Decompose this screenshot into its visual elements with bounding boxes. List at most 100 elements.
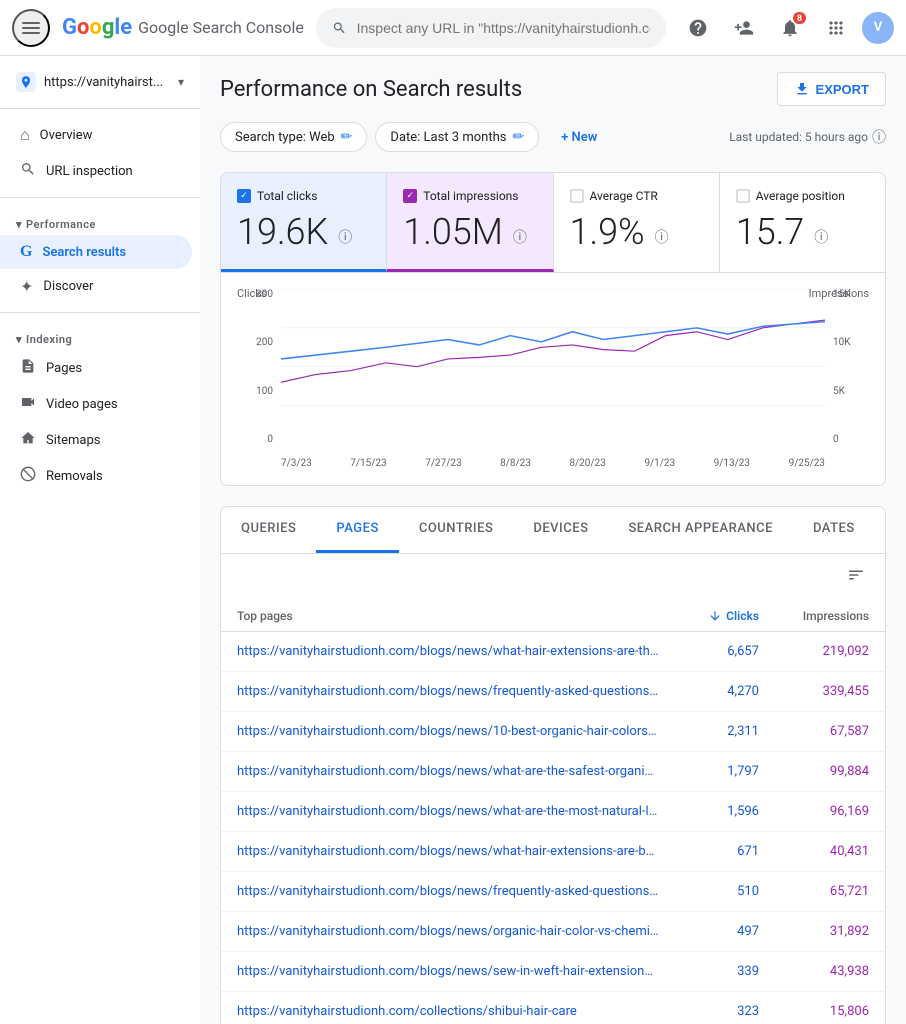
sidebar-item-sitemaps[interactable]: Sitemaps <box>0 422 192 458</box>
property-arrow: ▾ <box>178 75 184 89</box>
row-clicks: 671 <box>659 844 759 859</box>
impressions-help-icon[interactable]: ⓘ <box>513 227 527 247</box>
row-impressions: 43,938 <box>759 964 869 979</box>
sidebar-divider-index <box>0 312 200 313</box>
sidebar-item-video-pages-label: Video pages <box>46 397 118 412</box>
topbar: Google Google Search Console 8 V <box>0 0 906 56</box>
sidebar-item-sitemaps-label: Sitemaps <box>46 433 101 448</box>
ctr-checkbox: ☐ <box>570 189 584 203</box>
tab-search-appearance[interactable]: SEARCH APPEARANCE <box>608 507 793 553</box>
row-url[interactable]: https://vanityhairstudionh.com/collectio… <box>237 1004 659 1019</box>
row-url[interactable]: https://vanityhairstudionh.com/blogs/new… <box>237 924 659 939</box>
search-input[interactable] <box>357 20 650 36</box>
edit-date-icon: ✏ <box>512 129 524 145</box>
row-clicks: 1,596 <box>659 804 759 819</box>
table-row: https://vanityhairstudionh.com/blogs/new… <box>221 952 885 992</box>
row-url[interactable]: https://vanityhairstudionh.com/blogs/new… <box>237 684 659 699</box>
row-impressions: 67,587 <box>759 724 869 739</box>
property-selector[interactable]: https://vanityhairst... ▾ <box>0 64 200 100</box>
home-icon: ⌂ <box>20 125 30 145</box>
chevron-down-icon-2: ▾ <box>16 333 22 346</box>
metric-average-ctr[interactable]: ☐ Average CTR 1.9% ⓘ <box>554 173 720 272</box>
chart-area: Clicks Impressions 300 200 100 0 15K 10K… <box>237 289 869 469</box>
indexing-section-label[interactable]: ▾ Indexing <box>0 321 200 350</box>
performance-section-label[interactable]: ▾ Performance <box>0 206 200 235</box>
row-url[interactable]: https://vanityhairstudionh.com/blogs/new… <box>237 764 659 779</box>
tab-devices[interactable]: DEVICES <box>513 507 608 553</box>
ctr-help-icon[interactable]: ⓘ <box>655 227 669 247</box>
url-inspection-icon <box>20 161 36 181</box>
row-url[interactable]: https://vanityhairstudionh.com/blogs/new… <box>237 884 659 899</box>
topbar-icons: 8 V <box>678 8 894 48</box>
row-url[interactable]: https://vanityhairstudionh.com/blogs/new… <box>237 724 659 739</box>
row-clicks: 1,797 <box>659 764 759 779</box>
metrics-row: ✓ Total clicks 19.6K ⓘ ✓ Total impressio… <box>220 172 886 273</box>
add-filter-button[interactable]: + New <box>547 124 611 151</box>
sidebar: https://vanityhairst... ▾ ⌂ Overview URL… <box>0 56 200 1024</box>
row-url[interactable]: https://vanityhairstudionh.com/blogs/new… <box>237 964 659 979</box>
table-filter-button[interactable] <box>843 562 869 593</box>
page-title: Performance on Search results <box>220 77 522 102</box>
sidebar-item-pages-label: Pages <box>46 361 82 376</box>
clicks-help-icon[interactable]: ⓘ <box>338 227 352 247</box>
impressions-checkbox: ✓ <box>403 189 417 203</box>
help-icon[interactable] <box>678 8 718 48</box>
sidebar-item-discover[interactable]: ✦ Discover <box>0 269 192 304</box>
sidebar-item-url-inspection[interactable]: URL inspection <box>0 153 192 189</box>
sidebar-item-pages[interactable]: Pages <box>0 350 192 386</box>
property-label: https://vanityhairst... <box>44 75 170 90</box>
row-impressions: 339,455 <box>759 684 869 699</box>
row-url[interactable]: https://vanityhairstudionh.com/blogs/new… <box>237 804 659 819</box>
property-icon <box>16 72 36 92</box>
sidebar-item-search-results[interactable]: G Search results <box>0 235 192 269</box>
row-url[interactable]: https://vanityhairstudionh.com/blogs/new… <box>237 644 659 659</box>
table-row: https://vanityhairstudionh.com/blogs/new… <box>221 672 885 712</box>
tab-countries[interactable]: COUNTRIES <box>399 507 514 553</box>
position-checkbox: ☐ <box>736 189 750 203</box>
sidebar-item-overview[interactable]: ⌂ Overview <box>0 117 192 153</box>
sidebar-divider-perf <box>0 197 200 198</box>
chart-y-left-axis: 300 200 100 0 <box>237 289 277 445</box>
sidebar-item-overview-label: Overview <box>40 128 93 143</box>
avatar[interactable]: V <box>862 12 894 44</box>
add-user-icon[interactable] <box>724 8 764 48</box>
table-row: https://vanityhairstudionh.com/blogs/new… <box>221 632 885 672</box>
row-impressions: 96,169 <box>759 804 869 819</box>
chart-x-labels: 7/3/23 7/15/23 7/27/23 8/8/23 8/20/23 9/… <box>281 458 825 469</box>
removals-icon <box>20 466 36 486</box>
row-clicks: 6,657 <box>659 644 759 659</box>
table-row: https://vanityhairstudionh.com/blogs/new… <box>221 832 885 872</box>
notification-badge: 8 <box>793 12 806 24</box>
menu-icon[interactable] <box>12 9 50 47</box>
header-clicks[interactable]: Clicks <box>659 609 759 623</box>
tab-queries[interactable]: QUERIES <box>221 507 316 553</box>
tabs-header: QUERIES PAGES COUNTRIES DEVICES SEARCH A… <box>221 507 885 554</box>
table-row: https://vanityhairstudionh.com/collectio… <box>221 992 885 1024</box>
sidebar-item-video-pages[interactable]: Video pages <box>0 386 192 422</box>
apps-icon[interactable] <box>816 8 856 48</box>
tab-pages[interactable]: PAGES <box>316 507 398 553</box>
notifications-icon[interactable]: 8 <box>770 8 810 48</box>
table-row: https://vanityhairstudionh.com/blogs/new… <box>221 912 885 952</box>
date-filter[interactable]: Date: Last 3 months ✏ <box>375 122 539 152</box>
search-bar[interactable] <box>316 8 666 48</box>
layout: https://vanityhairst... ▾ ⌂ Overview URL… <box>0 56 906 1024</box>
metric-total-clicks[interactable]: ✓ Total clicks 19.6K ⓘ <box>221 173 387 272</box>
sidebar-item-removals[interactable]: Removals <box>0 458 192 494</box>
row-clicks: 323 <box>659 1004 759 1019</box>
main-content: Performance on Search results EXPORT Sea… <box>200 56 906 1024</box>
pages-icon <box>20 358 36 378</box>
page-header: Performance on Search results EXPORT <box>220 72 886 106</box>
row-url[interactable]: https://vanityhairstudionh.com/blogs/new… <box>237 844 659 859</box>
last-updated: Last updated: 5 hours ago ⓘ <box>729 127 886 147</box>
export-button[interactable]: EXPORT <box>777 72 886 106</box>
sitemaps-icon <box>20 430 36 450</box>
row-impressions: 219,092 <box>759 644 869 659</box>
tab-dates[interactable]: DATES <box>793 507 875 553</box>
app-logo[interactable]: Google Google Search Console <box>62 15 304 40</box>
position-help-icon[interactable]: ⓘ <box>814 227 828 247</box>
google-g-icon: G <box>20 243 32 261</box>
metric-total-impressions[interactable]: ✓ Total impressions 1.05M ⓘ <box>387 173 553 272</box>
metric-average-position[interactable]: ☐ Average position 15.7 ⓘ <box>720 173 885 272</box>
search-type-filter[interactable]: Search type: Web ✏ <box>220 122 367 152</box>
